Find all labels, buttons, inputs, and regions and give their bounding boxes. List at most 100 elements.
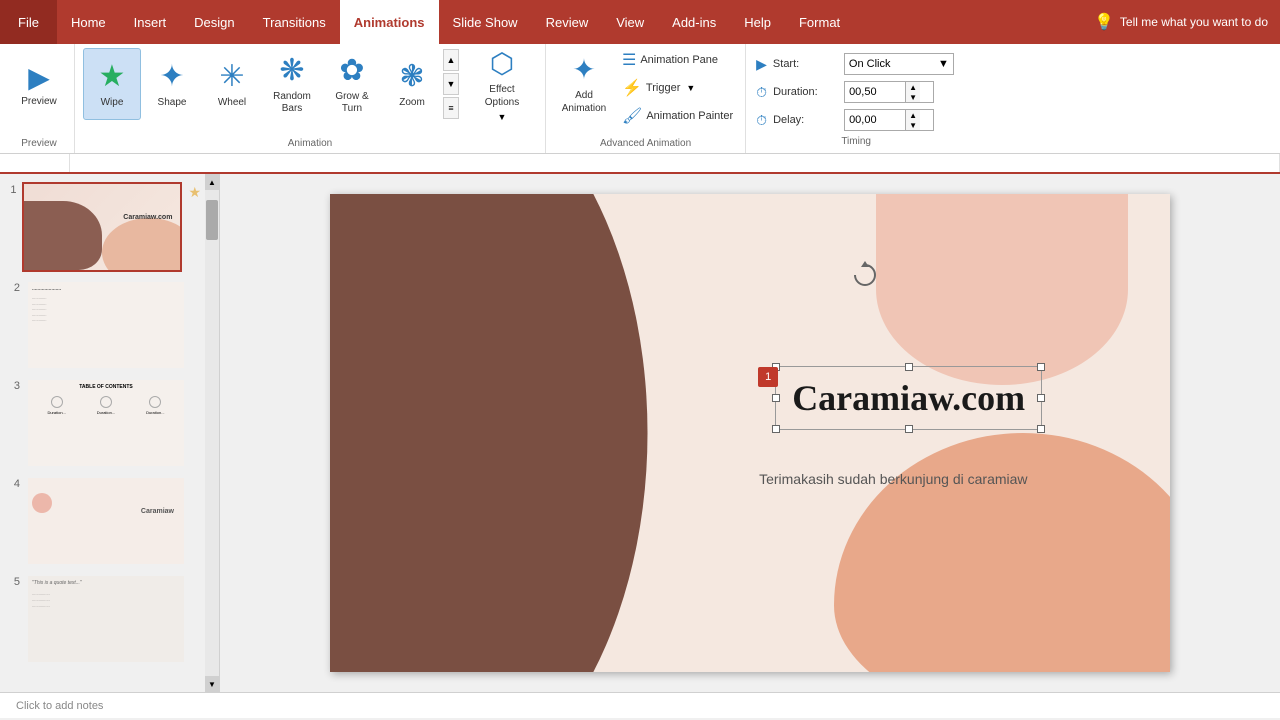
slide-item-2[interactable]: 2 ..................... ................…	[4, 280, 201, 370]
effect-options-arrow: ▼	[498, 112, 507, 122]
delay-clock-icon: ⏱	[756, 112, 767, 129]
animation-number-badge: 1	[758, 367, 778, 387]
trigger-icon: ⚡	[622, 78, 642, 98]
preview-label: Preview	[21, 96, 57, 108]
slide-item-1[interactable]: 1 Caramiaw.com ★	[4, 182, 201, 272]
animation-zoom[interactable]: ❃ Zoom	[383, 48, 441, 120]
animation-wipe[interactable]: ★ Wipe	[83, 48, 141, 120]
tab-transitions[interactable]: Transitions	[249, 0, 340, 44]
tab-animations[interactable]: Animations	[340, 0, 439, 44]
rotation-handle[interactable]	[851, 261, 879, 289]
animation-random-bars[interactable]: ❋ Random Bars	[263, 48, 321, 120]
slide-number-1: 1	[4, 182, 16, 196]
start-dropdown-arrow: ▼	[938, 58, 949, 70]
slide-thumb-1[interactable]: Caramiaw.com	[22, 182, 182, 272]
thumb1-text: Caramiaw.com	[123, 214, 172, 221]
delay-down[interactable]: ▼	[906, 120, 920, 130]
advanced-group-label: Advanced Animation	[546, 136, 745, 149]
tab-design[interactable]: Design	[180, 0, 248, 44]
trigger-button[interactable]: ⚡ Trigger ▼	[618, 76, 737, 100]
effect-options-button[interactable]: ⬡ Effect Options ▼	[467, 48, 537, 120]
animation-painter-label: Animation Painter	[646, 110, 733, 122]
duration-down[interactable]: ▼	[906, 92, 920, 102]
slide-thumb-5[interactable]: "This is a quote text..." ..............…	[26, 574, 186, 664]
ribbon-labels-row	[0, 154, 1280, 174]
selection-box[interactable]: 1 Caramiaw.com	[775, 366, 1042, 430]
slide-subtitle: Terimakasih sudah berkunjung di caramiaw	[759, 471, 1027, 487]
scroll-down-btn[interactable]: ▼	[205, 676, 219, 692]
ribbon-group-advanced: ✦ Add Animation ☰ Animation Pane ⚡ Trigg…	[546, 44, 746, 153]
animation-painter-button[interactable]: 🖌 Animation Painter	[618, 104, 737, 128]
animation-shape[interactable]: ✦ Shape	[143, 48, 201, 120]
anim-scroll-down[interactable]: ▼	[443, 73, 459, 95]
tab-insert[interactable]: Insert	[120, 0, 181, 44]
animation-wheel[interactable]: ✳ Wheel	[203, 48, 261, 120]
tab-help[interactable]: Help	[730, 0, 785, 44]
animation-group-label: Animation	[75, 136, 545, 149]
tab-format[interactable]: Format	[785, 0, 854, 44]
add-animation-label: Add Animation	[558, 89, 610, 115]
start-dropdown[interactable]: On Click ▼	[844, 53, 954, 75]
slide-item-4[interactable]: 4 Caramiaw	[4, 476, 201, 566]
tab-slideshow[interactable]: Slide Show	[439, 0, 532, 44]
delay-input[interactable]	[845, 110, 905, 130]
slide-number-4: 4	[4, 476, 20, 490]
duration-label: Duration:	[773, 86, 838, 98]
slide-number-3: 3	[4, 378, 20, 392]
handle-tm[interactable]	[905, 363, 913, 371]
main-area: 1 Caramiaw.com ★ 2 ..................	[0, 174, 1280, 692]
tab-home[interactable]: Home	[57, 0, 120, 44]
ribbon-content: ▶ Preview Preview ★ Wipe ✦ Shape ✳ Wheel	[0, 44, 1280, 154]
slide-thumb-inner-4: Caramiaw	[28, 478, 184, 564]
duration-input[interactable]	[845, 82, 905, 102]
ribbon-group-preview: ▶ Preview Preview	[4, 44, 75, 153]
tell-me-bar[interactable]: 💡 Tell me what you want to do	[1082, 8, 1280, 36]
slide-thumb-2[interactable]: ..................... ..................…	[26, 280, 186, 370]
notes-placeholder: Click to add notes	[16, 700, 103, 712]
add-animation-button[interactable]: ✦ Add Animation	[554, 48, 614, 120]
animation-scroll: ▲ ▼ ≡	[443, 48, 459, 120]
slide-item-3[interactable]: 3 TABLE OF CONTENTS Duration...	[4, 378, 201, 468]
start-label: Start:	[773, 58, 838, 70]
preview-button[interactable]: ▶ Preview	[12, 48, 66, 120]
handle-br[interactable]	[1037, 425, 1045, 433]
slide-canvas[interactable]: 1 Caramiaw.com Terimakasih sudah berkunj…	[330, 194, 1170, 672]
slide-item-5[interactable]: 5 "This is a quote text..." ............…	[4, 574, 201, 664]
lightbulb-icon: 💡	[1094, 12, 1114, 32]
notes-bar[interactable]: Click to add notes	[0, 692, 1280, 718]
tab-file[interactable]: File	[0, 0, 57, 44]
slide-number-5: 5	[4, 574, 20, 588]
slide-blob-dark	[330, 194, 683, 672]
slide-thumb-3[interactable]: TABLE OF CONTENTS Duration... Duration..…	[26, 378, 186, 468]
handle-ml[interactable]	[772, 394, 780, 402]
slide-thumb-4[interactable]: Caramiaw	[26, 476, 186, 566]
handle-mr[interactable]	[1037, 394, 1045, 402]
animation-pane-button[interactable]: ☰ Animation Pane	[618, 48, 737, 72]
wipe-label: Wipe	[101, 97, 124, 109]
ribbon-group-timing: ▶ Start: On Click ▼ ⏱ Duration: ▲ ▼ ⏱ De…	[746, 44, 966, 153]
start-clock-icon: ▶	[756, 56, 767, 73]
tab-view[interactable]: View	[602, 0, 658, 44]
scroll-up-btn[interactable]: ▲	[205, 174, 219, 190]
preview-icon: ▶	[28, 61, 50, 94]
slide-list: 1 Caramiaw.com ★ 2 ..................	[0, 174, 205, 692]
trigger-label: Trigger	[646, 82, 680, 94]
grow-turn-label: Grow & Turn	[327, 91, 377, 115]
anim-scroll-up[interactable]: ▲	[443, 49, 459, 71]
tab-addins[interactable]: Add-ins	[658, 0, 730, 44]
duration-input-wrap: ▲ ▼	[844, 81, 934, 103]
animation-grow-turn[interactable]: ✿ Grow & Turn	[323, 48, 381, 120]
timing-start-row: ▶ Start: On Click ▼	[756, 50, 956, 78]
preview-group-label: Preview	[4, 136, 74, 149]
handle-bm[interactable]	[905, 425, 913, 433]
handle-bl[interactable]	[772, 425, 780, 433]
tab-review[interactable]: Review	[532, 0, 603, 44]
slide-blob-peach-bottom	[834, 433, 1170, 672]
scroll-thumb[interactable]	[206, 200, 218, 240]
duration-clock-icon: ⏱	[756, 84, 767, 101]
animation-list: ★ Wipe ✦ Shape ✳ Wheel ❋ Random Bars ✿ G…	[83, 48, 441, 120]
handle-tr[interactable]	[1037, 363, 1045, 371]
delay-up[interactable]: ▲	[906, 110, 920, 120]
anim-scroll-more[interactable]: ≡	[443, 97, 459, 119]
duration-up[interactable]: ▲	[906, 82, 920, 92]
